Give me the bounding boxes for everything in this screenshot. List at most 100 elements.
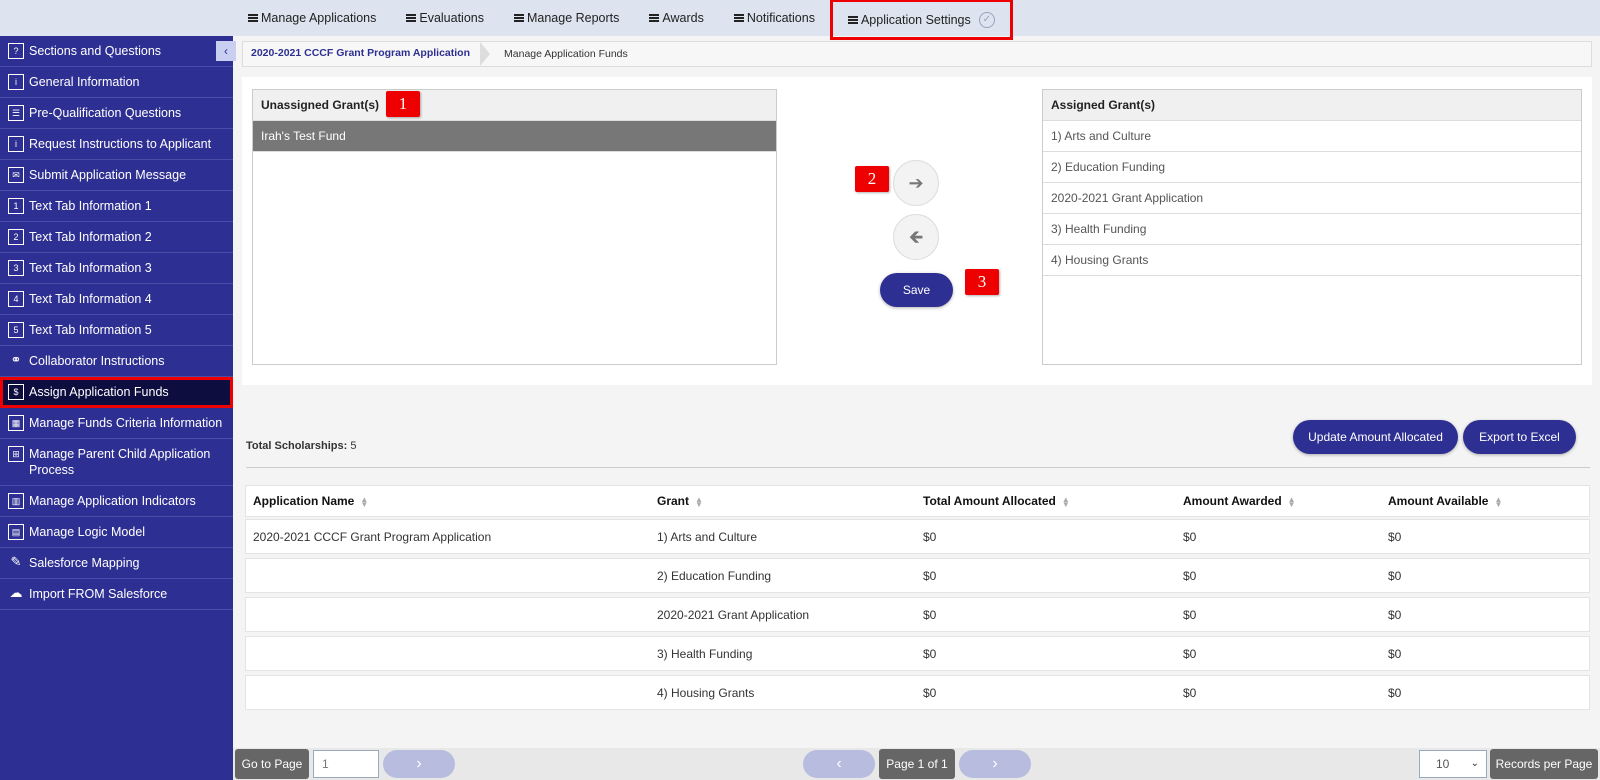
sidebar-item-label: Manage Application Indicators [29,494,196,508]
sidebar-item-manage-logic-model[interactable]: ▤ Manage Logic Model [0,517,233,548]
update-amount-allocated-button[interactable]: Update Amount Allocated [1293,420,1458,454]
annotation-badge-2: 2 [855,166,889,192]
funds-icon: $ [8,384,24,400]
unassigned-header-label: Unassigned Grant(s) [261,98,380,112]
go-page-arrow-button[interactable]: › [383,750,455,778]
arrow-left-icon: 🡸 [908,227,924,247]
sidebar-item-manage-funds-criteria[interactable]: ▦ Manage Funds Criteria Information [0,408,233,439]
sidebar-item-label: Import FROM Salesforce [29,587,168,601]
sidebar-item-general-information[interactable]: i General Information [0,67,233,98]
assigned-grant-item[interactable]: 4) Housing Grants [1043,245,1581,276]
nav-notifications[interactable]: Notifications [719,0,830,36]
nav-label: Manage Applications [261,11,377,25]
sidebar-item-submit-application-message[interactable]: ✉ Submit Application Message [0,160,233,191]
sidebar-item-text-tab-1[interactable]: 1 Text Tab Information 1 [0,191,233,222]
nav-manage-applications[interactable]: Manage Applications [233,0,391,36]
assigned-grant-item[interactable]: 2020-2021 Grant Application [1043,183,1581,214]
sidebar-item-collaborator-instructions[interactable]: ⚭ Collaborator Instructions [0,346,233,377]
column-header-grant[interactable]: Grant ▲ ▼ [650,494,916,508]
column-header-label: Total Amount Allocated [923,494,1056,508]
arrow-right-icon: ➔ [908,173,924,193]
sidebar-item-manage-application-indicators[interactable]: ▥ Manage Application Indicators [0,486,233,517]
cell-total-allocated: $0 [923,529,937,544]
total-scholarships: Total Scholarships: 5 [246,440,356,452]
funds-table: Application Name ▲ ▼ Grant ▲ ▼ Total Amount … [245,485,1590,714]
table-body: 2020-2021 CCCF Grant Program Application… [245,519,1590,710]
page-status: Page 1 of 1 [879,749,955,779]
cell-application-name: 2020-2021 CCCF Grant Program Application [253,529,492,544]
sidebar-item-label: Text Tab Information 3 [29,261,152,275]
sidebar-list: ? Sections and Questions i General Informat… [0,36,233,610]
hierarchy-icon: ⊞ [8,446,24,462]
export-to-excel-button[interactable]: Export to Excel [1463,420,1576,454]
sidebar-item-salesforce-mapping[interactable]: ✎ Salesforce Mapping [0,548,233,579]
unassigned-grant-item[interactable]: Irah's Test Fund [253,121,776,152]
sidebar-item-pre-qualification-questions[interactable]: ☰ Pre-Qualification Questions [0,98,233,129]
total-label: Total Scholarships: [246,440,348,452]
nav-application-settings[interactable]: Application Settings ✓ [829,0,1013,40]
records-per-page-select[interactable]: 10 ⌄ [1419,750,1487,778]
chevron-right-icon: › [416,755,422,772]
sidebar-item-text-tab-5[interactable]: 5 Text Tab Information 5 [0,315,233,346]
move-right-button[interactable]: ➔ [893,160,939,206]
cell-amount-available: $0 [1388,529,1402,544]
sidebar: ? Sections and Questions i General Informat… [0,36,236,780]
sidebar-item-import-from-salesforce[interactable]: ☁ Import FROM Salesforce [0,579,233,610]
breadcrumb-link[interactable]: 2020-2021 CCCF Grant Program Application [243,41,480,67]
assigned-grant-item[interactable]: 2) Education Funding [1043,152,1581,183]
column-header-application-name[interactable]: Application Name ▲ ▼ [246,494,650,508]
save-button[interactable]: Save [880,273,953,307]
sort-icon: ▲ ▼ [1061,494,1070,509]
next-page-button[interactable]: › [959,750,1031,778]
cell-total-allocated: $0 [923,646,937,661]
column-header-amount-awarded[interactable]: Amount Awarded ▲ ▼ [1176,494,1381,508]
unassigned-grants-list: Unassigned Grant(s) Irah's Test Fund [252,89,777,365]
chevron-left-icon: ‹ [836,755,842,772]
sort-icon: ▲ ▼ [695,494,703,509]
cell-grant: 4) Housing Grants [657,685,755,700]
nav-awards[interactable]: Awards [634,0,718,36]
cell-grant: 3) Health Funding [657,646,753,661]
info-icon: i [8,74,24,90]
cloud-import-icon: ☁ [9,585,23,600]
indicators-icon: ▥ [8,493,24,509]
assigned-grants-list: Assigned Grant(s) 1) Arts and Culture 2)… [1042,89,1582,365]
sidebar-item-text-tab-4[interactable]: 4 Text Tab Information 4 [0,284,233,315]
funds-panel: Unassigned Grant(s) Irah's Test Fund 1 2… [242,77,1592,385]
sidebar-item-text-tab-2[interactable]: 2 Text Tab Information 2 [0,222,233,253]
nav-evaluations[interactable]: Evaluations [391,0,499,36]
nav-manage-reports[interactable]: Manage Reports [499,0,634,36]
table-row: 2) Education Funding $0 $0 $0 [245,558,1590,593]
sidebar-item-label: Pre-Qualification Questions [29,106,182,120]
column-header-label: Amount Available [1388,494,1489,508]
sidebar-item-manage-parent-child[interactable]: ⊞ Manage Parent Child Application Process [0,439,233,486]
cell-total-allocated: $0 [923,607,937,622]
collapse-sidebar-icon[interactable]: ‹ [216,41,236,61]
sort-icon: ▲ ▼ [360,494,369,509]
number-4-icon: 4 [8,291,24,307]
assigned-grant-item[interactable]: 1) Arts and Culture [1043,121,1581,152]
sidebar-item-label: Text Tab Information 1 [29,199,152,213]
column-header-total-allocated[interactable]: Total Amount Allocated ▲ ▼ [916,494,1176,508]
check-circle-icon: ✓ [978,11,995,28]
cell-amount-available: $0 [1388,685,1402,700]
assigned-grant-item[interactable]: 3) Health Funding [1043,214,1581,245]
top-navigation: Manage Applications Evaluations Manage R… [0,0,1600,40]
column-header-amount-available[interactable]: Amount Available ▲ ▼ [1381,494,1586,508]
breadcrumb-current: Manage Application Funds [504,48,628,60]
move-left-button[interactable]: 🡸 [893,214,939,260]
go-to-page-button[interactable]: Go to Page [235,749,309,779]
sidebar-item-text-tab-3[interactable]: 3 Text Tab Information 3 [0,253,233,284]
sidebar-item-label: Manage Funds Criteria Information [29,416,223,430]
menu-icon [847,15,858,24]
page-number-input[interactable] [313,750,379,778]
menu-icon [513,14,524,22]
sidebar-item-label: Manage Parent Child Application Process [29,447,211,477]
records-per-page-label: Records per Page [1490,749,1598,779]
cell-grant: 2) Education Funding [657,568,772,583]
previous-page-button[interactable]: ‹ [803,750,875,778]
sidebar-item-sections-and-questions[interactable]: ? Sections and Questions [0,36,233,67]
table-header-row: Application Name ▲ ▼ Grant ▲ ▼ Total Amount … [245,485,1590,517]
sidebar-item-assign-application-funds[interactable]: $ Assign Application Funds [0,377,233,408]
sidebar-item-request-instructions[interactable]: i Request Instructions to Applicant [0,129,233,160]
